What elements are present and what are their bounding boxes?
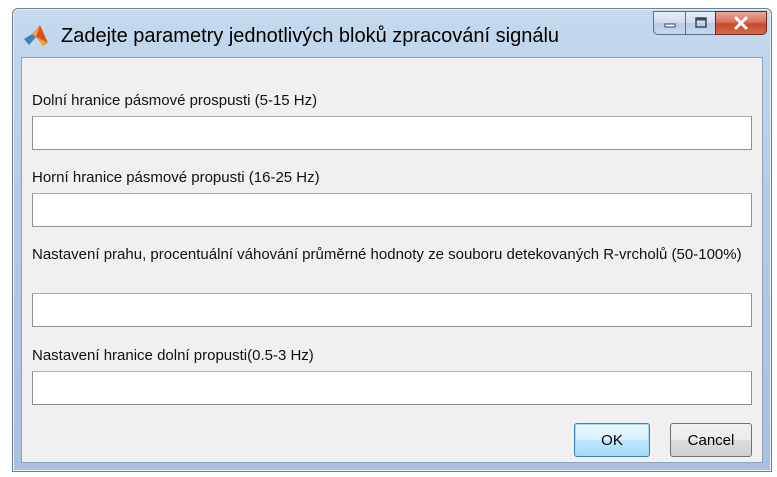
close-icon bbox=[734, 16, 748, 30]
title-bar[interactable]: Zadejte parametry jednotlivých bloků zpr… bbox=[13, 9, 771, 57]
window-title: Zadejte parametry jednotlivých bloků zpr… bbox=[61, 25, 560, 47]
ok-button[interactable]: OK bbox=[574, 423, 650, 457]
dialog-content: Dolní hranice pásmové prospusti (5-15 Hz… bbox=[21, 57, 763, 463]
field-label-lower-bandpass: Dolní hranice pásmové prospusti (5-15 Hz… bbox=[32, 92, 318, 109]
field-label-threshold: Nastavení prahu, procentuální váhování p… bbox=[32, 246, 742, 263]
caption-buttons bbox=[653, 11, 767, 37]
matlab-icon bbox=[24, 25, 48, 46]
maximize-icon bbox=[694, 17, 707, 28]
minimize-icon bbox=[664, 23, 675, 28]
minimize-button[interactable] bbox=[653, 11, 685, 35]
cancel-button[interactable]: Cancel bbox=[670, 423, 752, 457]
field-label-lowpass: Nastavení hranice dolní propusti(0.5-3 H… bbox=[32, 347, 314, 364]
field-label-upper-bandpass: Horní hranice pásmové propusti (16-25 Hz… bbox=[32, 169, 320, 186]
dialog-window: Zadejte parametry jednotlivých bloků zpr… bbox=[12, 8, 772, 472]
lower-bandpass-input[interactable] bbox=[32, 116, 752, 150]
maximize-button[interactable] bbox=[685, 11, 715, 35]
close-button[interactable] bbox=[715, 11, 767, 35]
upper-bandpass-input[interactable] bbox=[32, 193, 752, 227]
threshold-input[interactable] bbox=[32, 293, 752, 327]
lowpass-input[interactable] bbox=[32, 371, 752, 405]
